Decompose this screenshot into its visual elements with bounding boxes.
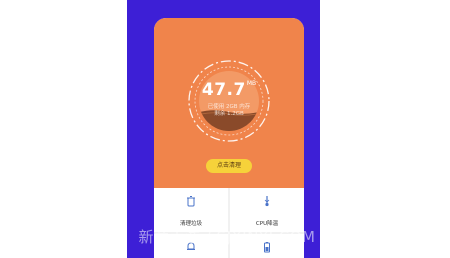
memory-value: 47.7	[201, 80, 246, 100]
hero-panel: 47.7MB 已使用 2GB 内存 剩余 1.2GB 点击清理	[154, 18, 304, 188]
memory-gauge: 47.7MB 已使用 2GB 内存 剩余 1.2GB	[186, 58, 272, 144]
gauge-value-row: 47.7MB	[186, 80, 272, 100]
thermometer-icon	[264, 196, 270, 207]
feature-tiles: 清理垃圾 CPU降温	[154, 188, 304, 258]
clean-button[interactable]: 点击清理	[206, 159, 252, 173]
phone-screen: 47.7MB 已使用 2GB 内存 剩余 1.2GB 点击清理 清理垃圾 CPU…	[154, 18, 304, 258]
gauge-graphic	[188, 60, 270, 142]
memory-free-label: 剩余 1.2GB	[214, 111, 244, 117]
memory-unit: MB	[246, 80, 257, 87]
watermark-text: 新意手游 / SJXINYI.COM	[138, 228, 316, 246]
trash-icon	[187, 196, 195, 207]
